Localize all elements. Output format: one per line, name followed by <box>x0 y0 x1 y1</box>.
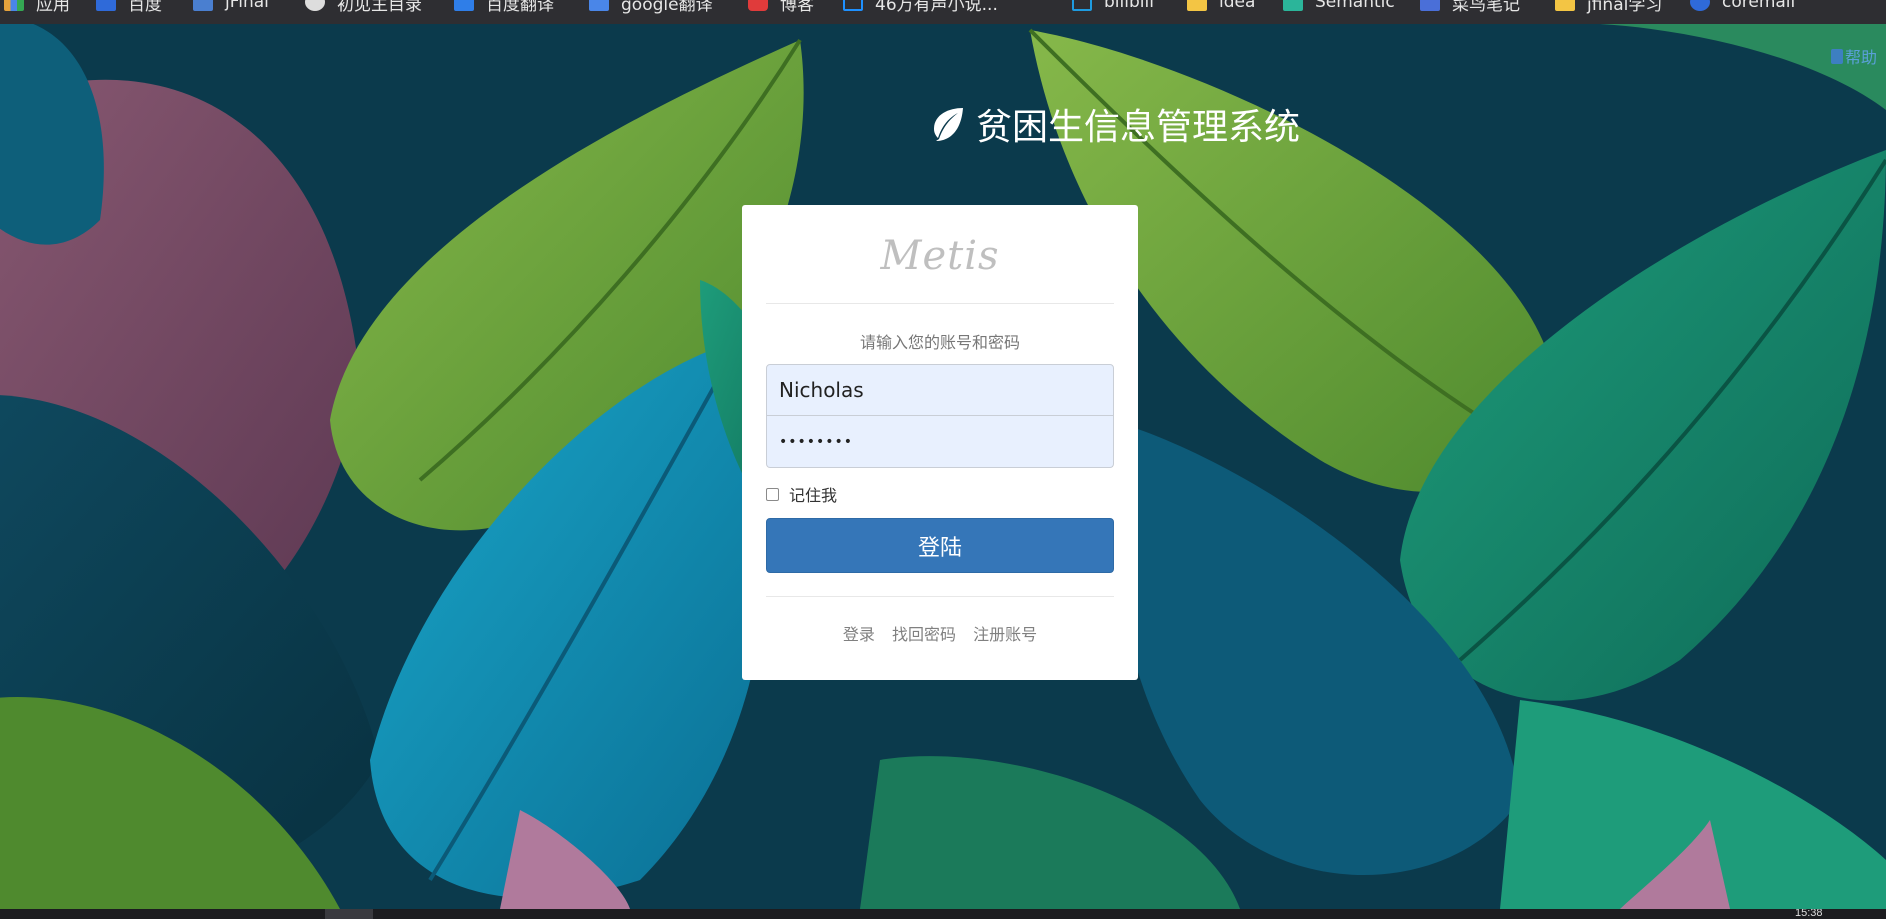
bookmark-baidu[interactable]: 百度 <box>96 0 162 15</box>
bookmark-coremail[interactable]: coremail <box>1690 0 1795 14</box>
apps-grid-icon <box>4 0 24 11</box>
divider-bottom <box>766 596 1114 597</box>
taskbar-active-app[interactable] <box>325 909 373 919</box>
bilibili-icon <box>1072 0 1092 11</box>
divider-top <box>766 303 1114 304</box>
folder-icon <box>1187 0 1207 11</box>
recover-password-link[interactable]: 找回密码 <box>892 625 956 644</box>
page-icon <box>843 0 863 11</box>
bookmark-jfinal[interactable]: jFinal <box>193 0 269 14</box>
bookmark-idea[interactable]: idea <box>1187 0 1255 14</box>
bookmark-bilibili[interactable]: bilibili <box>1072 0 1154 14</box>
taskbar-clock: 15:38 <box>1795 909 1823 919</box>
translate-icon <box>454 0 474 11</box>
password-input[interactable]: •••••••• <box>766 416 1114 468</box>
auth-links: 登录 找回密码 注册账号 <box>742 621 1138 645</box>
notes-icon <box>1420 0 1440 11</box>
username-input[interactable]: Nicholas <box>766 364 1114 416</box>
bookmark-novels[interactable]: 46万有声小说... <box>843 0 998 15</box>
book-icon <box>1831 48 1843 64</box>
baidu-icon <box>96 0 116 11</box>
coremail-icon <box>1690 0 1710 11</box>
bookmark-jfinal-study[interactable]: jfinal学习 <box>1555 0 1662 15</box>
bookmark-google-translate[interactable]: google翻译 <box>589 0 713 15</box>
help-link[interactable]: 帮助 <box>1831 44 1877 68</box>
login-link[interactable]: 登录 <box>843 625 875 644</box>
page-title: 贫困生信息管理系统 <box>928 98 1300 150</box>
folder-icon <box>1555 0 1575 11</box>
login-card: Metis 请输入您的账号和密码 Nicholas •••••••• 记住我 登… <box>742 205 1138 680</box>
bookmark-apps[interactable]: 应用 <box>4 0 70 15</box>
register-link[interactable]: 注册账号 <box>973 625 1037 644</box>
google-translate-icon <box>589 0 609 11</box>
bookmark-semantic[interactable]: Semantic <box>1283 0 1395 14</box>
globe-icon <box>305 0 325 11</box>
remember-me[interactable]: 记住我 <box>766 482 837 506</box>
bookmark-runoob-notes[interactable]: 菜鸟笔记 <box>1420 0 1520 15</box>
remember-checkbox[interactable] <box>766 487 779 501</box>
bookmark-home[interactable]: 初见主目录 <box>305 0 422 15</box>
semantic-icon <box>1283 0 1303 11</box>
bookmarks-bar: 应用 百度 jFinal 初见主目录 百度翻译 google翻译 博客 46万有… <box>0 0 1886 24</box>
login-prompt: 请输入您的账号和密码 <box>859 333 1020 352</box>
metis-logo: Metis <box>880 233 1000 279</box>
login-button[interactable]: 登陆 <box>766 518 1114 573</box>
bookmark-baidu-translate[interactable]: 百度翻译 <box>454 0 554 15</box>
leaf-icon <box>934 108 963 141</box>
remember-label: 记住我 <box>789 486 838 505</box>
blog-icon <box>748 0 768 11</box>
bookmark-blog[interactable]: 博客 <box>748 0 814 15</box>
taskbar: 15:38 <box>0 909 1886 919</box>
jfinal-icon <box>193 0 213 11</box>
